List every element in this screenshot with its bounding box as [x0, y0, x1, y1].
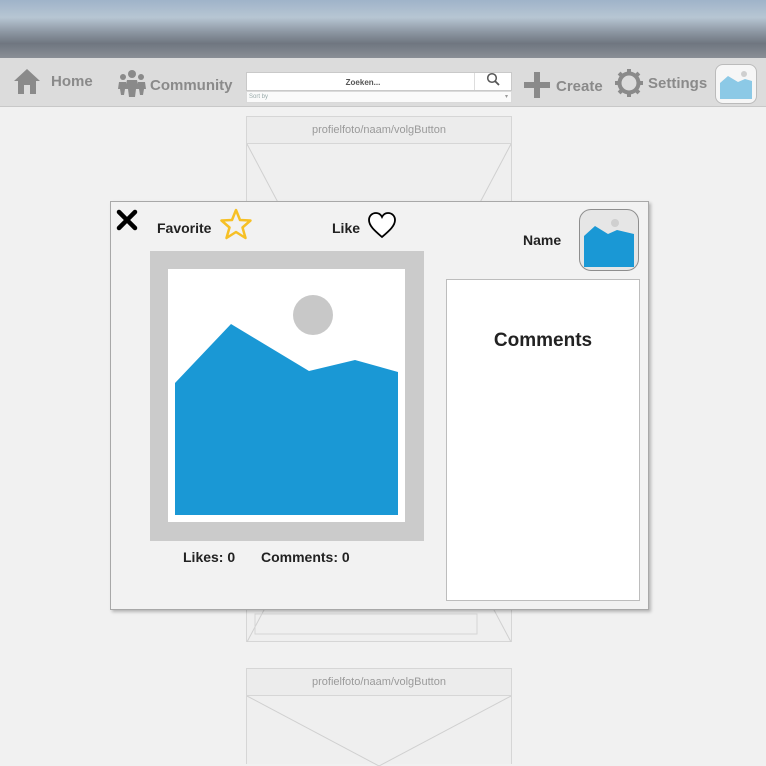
post-image[interactable] [168, 269, 405, 522]
image-placeholder-icon [175, 295, 398, 515]
nav-community[interactable]: Community [118, 68, 233, 98]
comments-panel[interactable]: Comments [446, 279, 640, 601]
author-avatar[interactable] [579, 209, 639, 271]
feed-card-header: profielfoto/naam/volgButton [247, 117, 511, 144]
post-image-frame [150, 251, 424, 541]
sort-select[interactable]: Sort by ▾ [246, 91, 512, 103]
feed-card-image-placeholder [247, 696, 511, 766]
search-input[interactable] [247, 73, 479, 92]
star-icon [220, 208, 252, 244]
plus-icon [523, 71, 551, 99]
nav-create[interactable]: Create [523, 71, 603, 99]
home-icon [12, 66, 42, 96]
feed-card-header: profielfoto/naam/volgButton [247, 669, 511, 696]
header-banner [0, 0, 766, 58]
nav-home[interactable]: Home [12, 66, 93, 96]
search-bar [246, 72, 512, 92]
nav-settings[interactable]: Settings [614, 68, 707, 98]
chevron-down-icon: ▾ [504, 94, 508, 100]
comments-title: Comments [493, 330, 593, 351]
search-button[interactable] [474, 72, 511, 91]
author-name: Name [523, 232, 562, 248]
like-button[interactable] [367, 210, 397, 240]
sort-select-label: Sort by [249, 94, 269, 100]
heart-icon [367, 212, 397, 244]
people-icon [118, 68, 146, 98]
like-label: Like [332, 220, 361, 236]
post-detail-modal: Favorite Like Name Likes: 0 Comments: 0 … [110, 201, 649, 610]
close-icon [115, 209, 139, 236]
nav-community-label: Community [150, 76, 233, 94]
favorite-button[interactable] [220, 208, 252, 240]
likes-count: Likes: 0 [183, 549, 236, 565]
close-button[interactable] [115, 208, 139, 232]
feed-card: profielfoto/naam/volgButton [246, 668, 512, 766]
profile-avatar-button[interactable] [715, 64, 757, 104]
comments-count: Comments: 0 [261, 549, 350, 565]
nav-home-label: Home [51, 72, 93, 90]
gear-icon [614, 68, 644, 98]
nav-settings-label: Settings [648, 74, 708, 92]
image-placeholder-icon [716, 71, 756, 103]
image-placeholder-icon [580, 219, 638, 270]
nav-create-label: Create [556, 77, 603, 95]
search-icon [486, 72, 500, 91]
favorite-label: Favorite [157, 220, 212, 236]
